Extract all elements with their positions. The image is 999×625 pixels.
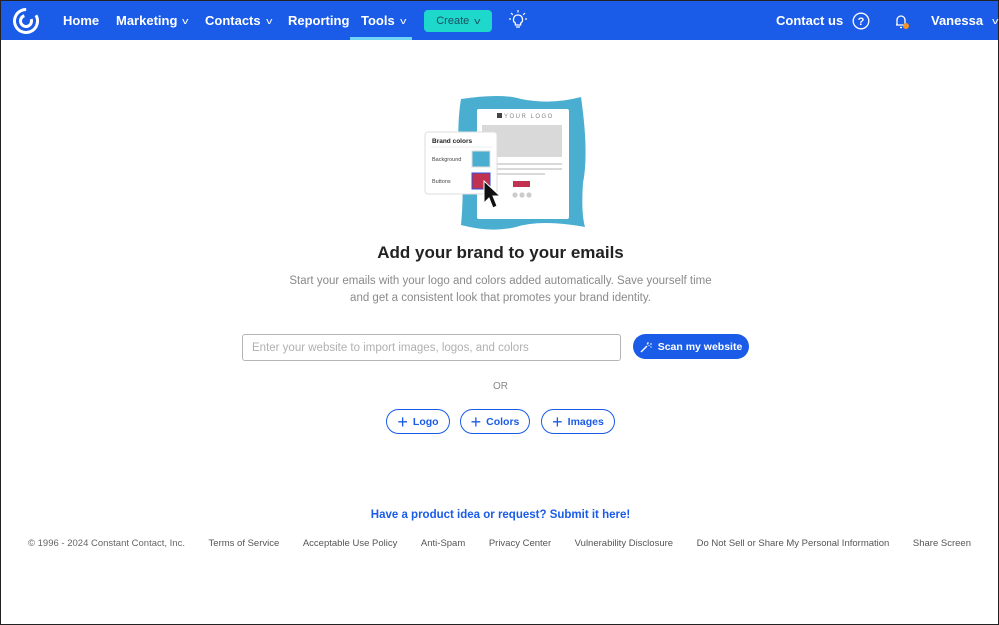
chevron-down-icon: v bbox=[265, 15, 273, 26]
footer-link-share-screen[interactable]: Share Screen bbox=[913, 538, 971, 549]
chevron-down-icon: v bbox=[182, 15, 189, 26]
footer-link-do-not-sell[interactable]: Do Not Sell or Share My Personal Informa… bbox=[697, 538, 890, 549]
scan-website-button[interactable]: Scan my website bbox=[633, 334, 749, 359]
lightbulb-icon[interactable] bbox=[509, 10, 527, 30]
brand-colors-illustration: YOUR LOGO Brand colors Background Button… bbox=[424, 96, 586, 230]
colors-label: Colors bbox=[486, 415, 520, 428]
plus-icon: + bbox=[470, 411, 482, 432]
buttons-label: Buttons bbox=[432, 179, 451, 185]
create-label: Create bbox=[436, 15, 470, 27]
panel-title: Brand colors bbox=[432, 138, 472, 145]
page-subtitle: Start your emails with your logo and col… bbox=[1, 273, 999, 307]
logo-label: Logo bbox=[412, 415, 439, 428]
nav-tools[interactable]: Tools v bbox=[350, 1, 412, 40]
your-logo-text: YOUR LOGO bbox=[504, 114, 554, 120]
add-images-button[interactable]: + Images bbox=[541, 409, 615, 434]
nav-marketing[interactable]: Marketing v bbox=[116, 1, 189, 40]
website-input[interactable] bbox=[242, 334, 621, 361]
contact-label: Contact us bbox=[776, 13, 844, 28]
nav-label: Reporting bbox=[288, 13, 350, 28]
nav-label: Home bbox=[63, 13, 100, 28]
footer: © 1996 - 2024 Constant Contact, Inc. Ter… bbox=[28, 538, 971, 549]
subtitle-line: Start your emails with your logo and col… bbox=[289, 275, 712, 287]
user-menu[interactable]: Vanessa v bbox=[931, 1, 998, 40]
contact-us-link[interactable]: Contact us bbox=[776, 1, 843, 40]
copyright: © 1996 - 2024 Constant Contact, Inc. bbox=[28, 538, 185, 549]
help-icon[interactable]: ? bbox=[852, 12, 870, 30]
nav-label: Tools bbox=[361, 13, 395, 28]
add-colors-button[interactable]: + Colors bbox=[460, 409, 530, 434]
footer-link-vulnerability[interactable]: Vulnerability Disclosure bbox=[575, 538, 673, 549]
chevron-down-icon: v bbox=[474, 16, 481, 26]
add-logo-button[interactable]: + Logo bbox=[386, 409, 450, 434]
page-title: Add your brand to your emails bbox=[377, 243, 624, 262]
magic-wand-icon bbox=[640, 341, 652, 352]
images-label: Images bbox=[567, 415, 604, 428]
scan-label: Scan my website bbox=[657, 340, 743, 353]
footer-link-terms[interactable]: Terms of Service bbox=[209, 538, 280, 549]
footer-link-anti-spam[interactable]: Anti-Spam bbox=[421, 538, 465, 549]
nav-home[interactable]: Home bbox=[63, 1, 99, 40]
bell-icon[interactable] bbox=[893, 12, 911, 30]
footer-link-acceptable-use[interactable]: Acceptable Use Policy bbox=[303, 538, 398, 549]
top-nav: Home Marketing v Contacts v Reporting Tool… bbox=[1, 1, 998, 40]
nav-label: Contacts bbox=[205, 13, 261, 28]
nav-reporting[interactable]: Reporting bbox=[288, 1, 349, 40]
footer-link-privacy[interactable]: Privacy Center bbox=[489, 538, 551, 549]
create-button[interactable]: Create v bbox=[424, 10, 492, 32]
nav-contacts[interactable]: Contacts v bbox=[205, 1, 273, 40]
plus-icon: + bbox=[552, 411, 563, 432]
nav-label: Marketing bbox=[116, 13, 178, 28]
or-divider: OR bbox=[493, 381, 508, 392]
chevron-down-icon: v bbox=[399, 15, 407, 26]
subtitle-line: and get a consistent look that promotes … bbox=[350, 292, 651, 304]
constant-contact-logo[interactable] bbox=[12, 7, 40, 35]
user-name: Vanessa bbox=[931, 13, 984, 28]
chevron-down-icon: v bbox=[992, 15, 999, 26]
plus-icon: + bbox=[397, 411, 408, 432]
product-idea-link[interactable]: Have a product idea or request? Submit i… bbox=[1, 509, 999, 521]
svg-text:?: ? bbox=[858, 16, 865, 28]
background-label: Background bbox=[432, 157, 461, 163]
